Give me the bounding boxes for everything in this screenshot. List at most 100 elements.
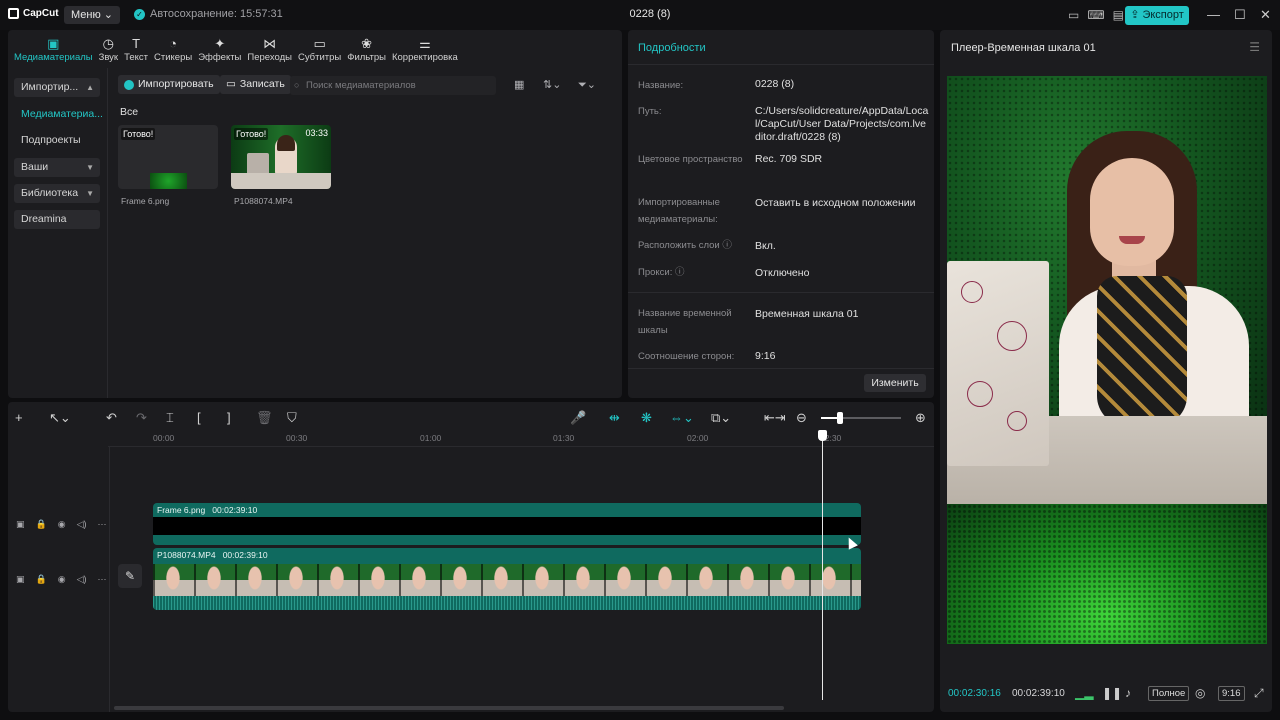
detail-label: Соотношение сторон: [638, 351, 735, 362]
ruler-baseline [108, 446, 934, 447]
duration-label: 03:33 [305, 128, 328, 138]
tiktok-icon[interactable]: ♪ [1125, 686, 1131, 700]
clip-name: P1088074.MP4 [157, 550, 216, 560]
volume-icon[interactable]: ◁) [77, 519, 87, 530]
sidebar-item-media[interactable]: Медиаматериа... [14, 105, 103, 124]
timeline-clip-frame6[interactable]: Frame 6.png 00:02:39:10 [153, 503, 861, 545]
tab-stickers-label: Стикеры [154, 51, 193, 63]
track-thumb-icon[interactable]: ▣ [16, 574, 25, 585]
filter-icon[interactable]: ⏷⌄ [578, 78, 596, 92]
maximize-icon[interactable]: ☐ [1234, 7, 1246, 23]
tab-subtitles[interactable]: ▭ Субтитры [295, 30, 344, 68]
menu-label: Меню [71, 9, 101, 21]
close-icon[interactable]: ✕ [1260, 7, 1271, 23]
auto-snap-icon[interactable]: ❋ [641, 410, 652, 426]
minimize-icon[interactable]: — [1207, 7, 1220, 22]
tab-audio[interactable]: ◷ Звук [96, 30, 121, 68]
edit-cover-button[interactable]: ✎ [118, 564, 142, 588]
sidebar-item-label: Подпроекты [21, 134, 81, 146]
add-track-icon[interactable]: + [15, 410, 23, 425]
zoom-slider-handle[interactable] [837, 412, 843, 424]
video-preview-hair [277, 135, 295, 151]
tab-media[interactable]: ▣ Медиаматериалы [11, 30, 96, 68]
tab-subtitles-label: Субтитры [297, 51, 342, 63]
info-icon[interactable]: ⓘ [722, 240, 732, 251]
zoom-in-icon[interactable]: ⊕ [915, 410, 926, 426]
sidebar-item-label: Dreamina [21, 213, 67, 225]
microphone-icon[interactable]: 🎤 [570, 410, 586, 426]
detail-label: Расположить слои ⓘ [638, 237, 748, 254]
timeline-clip-p1088074[interactable]: P1088074.MP4 00:02:39:10 [153, 548, 861, 610]
more-icon[interactable]: ··· [98, 519, 107, 530]
track-thumb-icon[interactable]: ▣ [16, 519, 25, 530]
playhead[interactable] [822, 434, 823, 700]
ready-badge: Готово! [234, 128, 269, 140]
asset-toolbar: ▣ Медиаматериалы ◷ Звук T Текст ◔ Стикеры ✦ Э… [8, 30, 622, 68]
preview-axis-icon[interactable]: ⧉⌄ [711, 410, 731, 426]
divider [628, 64, 934, 65]
playhead-handle[interactable] [818, 430, 827, 441]
hamburger-menu-icon[interactable]: ☰ [1249, 40, 1260, 54]
shortcuts-icon[interactable]: ▤ [1113, 8, 1124, 22]
info-icon[interactable]: ⓘ [675, 267, 685, 278]
ratio-button[interactable]: 9:16 [1218, 686, 1245, 701]
media-item-p1088074[interactable]: Готово! 03:33 [231, 125, 331, 189]
main-track-magnet-icon[interactable]: ⇹ [609, 410, 620, 426]
tab-filters[interactable]: ❀ Фильтры [344, 30, 389, 68]
sidebar-item-import[interactable]: Импортир... ▲ [14, 78, 100, 97]
total-timecode: 00:02:39:10 [1012, 688, 1065, 699]
video-preview[interactable] [947, 76, 1267, 644]
media-item-frame6[interactable]: Готово! [118, 125, 218, 189]
edit-button[interactable]: Изменить [864, 374, 926, 392]
details-title: Подробности [638, 42, 706, 54]
shield-icon[interactable]: ⛉ [287, 410, 297, 426]
eye-icon[interactable]: ◉ [58, 519, 66, 530]
details-panel: Подробности Название: 0228 (8) Путь: C:/… [628, 30, 934, 398]
sidebar-item-yours[interactable]: Ваши ▼ [14, 158, 100, 177]
timeline-scrollbar[interactable] [114, 706, 784, 710]
detail-label: Импортированные медиаматериалы: [638, 197, 720, 225]
lock-icon[interactable]: 🔒 [36, 574, 47, 585]
layout-icon[interactable]: ▭ [1068, 8, 1079, 22]
search-input[interactable]: ○ Поиск медиаматериалов [290, 76, 496, 95]
record-button[interactable]: ▭ Записать [220, 75, 291, 94]
redo-icon[interactable]: ↷ [136, 410, 147, 426]
fullscreen-icon[interactable]: ⤢ [1254, 686, 1264, 701]
tab-adjust[interactable]: ⚌ Корректировка [389, 30, 461, 68]
more-icon[interactable]: ··· [98, 574, 107, 585]
delete-icon[interactable]: 🗑 [256, 410, 273, 426]
snapshot-icon[interactable]: ◎ [1195, 686, 1205, 700]
tab-effects[interactable]: ✦ Эффекты [195, 30, 244, 68]
fit-timeline-icon[interactable]: ⇤⇥ [764, 410, 786, 426]
link-icon[interactable]: ⇔⌄ [670, 410, 694, 426]
current-timecode: 00:02:30:16 [948, 688, 1001, 699]
detail-label: Путь: [638, 106, 662, 117]
sidebar-item-dreamina[interactable]: Dreamina [14, 210, 100, 229]
detail-label: Название временной шкалы [638, 308, 732, 336]
undo-icon[interactable]: ↶ [106, 410, 117, 426]
detail-value: Вкл. [755, 240, 776, 252]
lock-icon[interactable]: 🔒 [36, 519, 47, 530]
volume-icon[interactable]: ◁) [77, 574, 87, 585]
sort-icon[interactable]: ⇅⌄ [543, 78, 561, 91]
tab-text[interactable]: T Текст [121, 30, 151, 68]
zoom-out-icon[interactable]: ⊖ [796, 410, 807, 426]
menu-button[interactable]: Меню ⌄ [64, 6, 121, 24]
sidebar-item-library[interactable]: Библиотека ▼ [14, 184, 100, 203]
select-tool-icon[interactable]: ↖⌄ [49, 410, 71, 426]
sidebar-item-subprojects[interactable]: Подпроекты [14, 131, 100, 150]
full-quality-button[interactable]: Полное [1148, 686, 1190, 701]
trim-left-icon[interactable]: [ [197, 410, 201, 425]
split-icon[interactable]: ⌶ [166, 410, 174, 426]
keyboard-icon[interactable]: ⌨ [1087, 8, 1104, 22]
eye-icon[interactable]: ◉ [58, 574, 66, 585]
tab-stickers[interactable]: ◔ Стикеры [151, 30, 195, 68]
trim-right-icon[interactable]: ] [227, 410, 231, 425]
layout-controls: ▭ ⌨ ▤ [1068, 8, 1124, 22]
export-button[interactable]: ⇪ Экспорт [1125, 6, 1189, 25]
tab-transitions[interactable]: ⋈ Переходы [244, 30, 295, 68]
grid-view-icon[interactable]: ▦ [514, 78, 524, 91]
import-button[interactable]: Импортировать [118, 75, 220, 94]
ruler-label: 01:30 [553, 433, 575, 443]
pause-icon[interactable]: ❚❚ [1102, 686, 1122, 700]
